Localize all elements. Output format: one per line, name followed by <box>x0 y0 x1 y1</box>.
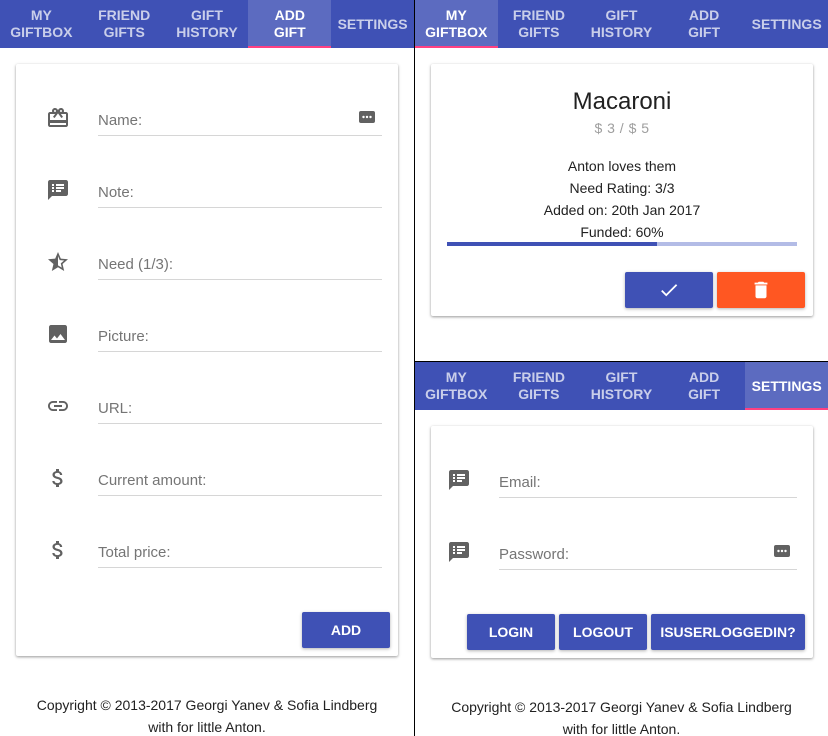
tab-gift-history[interactable]: GIFT HISTORY <box>580 362 663 410</box>
footer-dedication: with for little Anton. <box>562 721 681 736</box>
tab-settings[interactable]: SETTINGS <box>331 0 414 48</box>
password-field[interactable]: Password: <box>447 534 797 574</box>
tab-my-giftbox[interactable]: MY GIFTBOX <box>415 0 498 48</box>
footer: Copyright © 2013-2017 Georgi Yanev & Sof… <box>0 694 414 736</box>
gift-need-rating: Need Rating: 3/3 <box>569 180 675 196</box>
gift-added-on: Added on: 20th Jan 2017 <box>543 202 701 218</box>
nav-tabs: MY GIFTBOX FRIEND GIFTS GIFT HISTORY ADD… <box>415 0 828 48</box>
gift-funded: Funded: 60% <box>580 224 664 240</box>
total-price-field[interactable]: Total price: <box>46 532 382 572</box>
link-icon <box>48 401 68 411</box>
cake-icon <box>48 108 68 127</box>
need-label: Need (1/3): <box>98 256 174 273</box>
name-field[interactable]: Name: <box>46 100 382 140</box>
settings-screen: MY GIFTBOX FRIEND GIFTS GIFT HISTORY ADD… <box>415 362 828 736</box>
footer-copyright: Copyright © 2013-2017 Georgi Yanev & Sof… <box>451 699 792 715</box>
note-label: Note: <box>98 184 134 201</box>
tab-friend-gifts[interactable]: FRIEND GIFTS <box>498 362 581 410</box>
tab-my-giftbox[interactable]: MY GIFTBOX <box>0 0 83 48</box>
add-gift-card: Name: Note: Need (1/3): Picture: URL: Cu… <box>16 64 398 656</box>
dollar-icon <box>52 469 63 487</box>
email-field[interactable]: Email: <box>447 462 797 502</box>
footer: Copyright © 2013-2017 Georgi Yanev & Sof… <box>415 696 828 736</box>
tab-add-gift[interactable]: ADD GIFT <box>663 362 746 410</box>
current-amount-field[interactable]: Current amount: <box>46 460 382 500</box>
footer-dedication: with for little Anton. <box>148 719 266 735</box>
footer-copyright: Copyright © 2013-2017 Georgi Yanev & Sof… <box>36 697 378 713</box>
tab-my-giftbox[interactable]: MY GIFTBOX <box>415 362 498 410</box>
tab-gift-history[interactable]: GIFT HISTORY <box>166 0 249 48</box>
current-amount-label: Current amount: <box>98 472 207 489</box>
more-horizontal-icon[interactable] <box>358 108 376 126</box>
notes-icon <box>48 180 68 200</box>
url-label: URL: <box>98 400 133 417</box>
tab-friend-gifts[interactable]: FRIEND GIFTS <box>498 0 581 48</box>
name-label: Name: <box>98 112 143 129</box>
gift-price: $ 3 / $ 5 <box>594 120 650 136</box>
check-icon <box>661 284 678 297</box>
delete-button[interactable] <box>717 272 805 308</box>
logout-button[interactable]: LOGOUT <box>559 614 647 650</box>
funded-progress-fill <box>447 242 657 246</box>
tab-friend-gifts[interactable]: FRIEND GIFTS <box>83 0 166 48</box>
note-field[interactable]: Note: <box>46 172 382 212</box>
picture-field[interactable]: Picture: <box>46 316 382 356</box>
dollar-icon <box>52 541 63 559</box>
star-half-icon <box>48 252 68 271</box>
picture-label: Picture: <box>98 328 149 345</box>
url-field[interactable]: URL: <box>46 388 382 428</box>
nav-tabs: MY GIFTBOX FRIEND GIFTS GIFT HISTORY ADD… <box>0 0 414 48</box>
notes-icon <box>449 542 469 562</box>
more-horizontal-icon[interactable] <box>773 542 791 560</box>
settings-card: Email: Password: LOGIN LOGOUT ISUSERLOGG… <box>431 426 813 658</box>
need-field[interactable]: Need (1/3): <box>46 244 382 284</box>
gift-title: Macaroni <box>572 88 672 115</box>
total-price-label: Total price: <box>98 544 171 561</box>
tab-gift-history[interactable]: GIFT HISTORY <box>580 0 663 48</box>
add-button[interactable]: ADD <box>302 612 390 648</box>
confirm-button[interactable] <box>625 272 713 308</box>
tab-settings[interactable]: SETTINGS <box>745 362 828 410</box>
tab-add-gift[interactable]: ADD GIFT <box>663 0 746 48</box>
password-label: Password: <box>499 546 570 563</box>
trash-icon <box>754 281 768 299</box>
login-button[interactable]: LOGIN <box>467 614 555 650</box>
my-giftbox-screen: MY GIFTBOX FRIEND GIFTS GIFT HISTORY ADD… <box>415 0 828 361</box>
nav-tabs: MY GIFTBOX FRIEND GIFTS GIFT HISTORY ADD… <box>415 362 828 410</box>
add-gift-screen: MY GIFTBOX FRIEND GIFTS GIFT HISTORY ADD… <box>0 0 414 736</box>
email-label: Email: <box>499 474 541 491</box>
image-icon <box>49 325 67 343</box>
tab-add-gift[interactable]: ADD GIFT <box>248 0 332 48</box>
notes-icon <box>449 470 469 490</box>
gift-note: Anton loves them <box>567 158 677 174</box>
gift-card: Macaroni $ 3 / $ 5 Anton loves them Need… <box>431 64 813 316</box>
funded-progress-bar <box>447 242 797 246</box>
is-user-logged-in-button[interactable]: ISUSERLOGGEDIN? <box>651 614 805 650</box>
tab-settings[interactable]: SETTINGS <box>745 0 828 48</box>
